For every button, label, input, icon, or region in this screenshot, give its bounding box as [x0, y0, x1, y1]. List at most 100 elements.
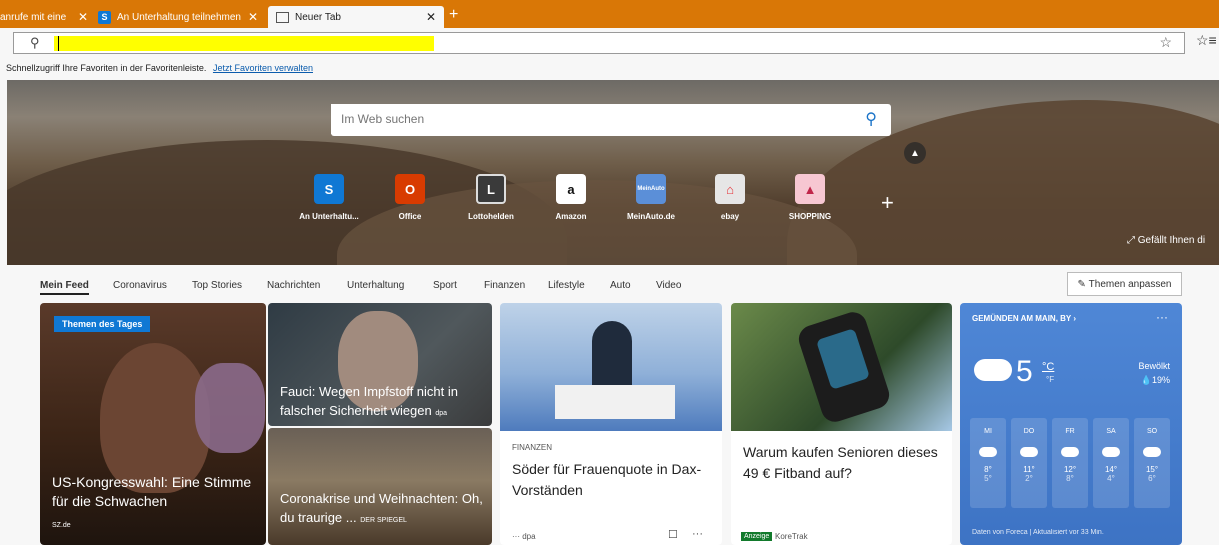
weather-card[interactable]: GEMÜNDEN AM MAIN, BY › ··· 5 °C °F Bewöl…: [960, 303, 1182, 545]
add-quicklink-button[interactable]: +: [881, 190, 894, 216]
current-temperature: 5: [1016, 355, 1033, 388]
tab-item-active[interactable]: Neuer Tab ✕: [268, 6, 444, 28]
tab-sport[interactable]: Sport: [433, 280, 457, 291]
card-image: [500, 303, 722, 431]
web-search-box: ⚲: [331, 104, 891, 136]
card-source: SZ.de: [52, 522, 71, 529]
ad-badge: Anzeige: [741, 532, 773, 541]
card-title: Söder für Frauenquote in Dax-Vorständen: [512, 461, 702, 498]
sun-cloud-icon: [1143, 447, 1161, 457]
close-icon[interactable]: ✕: [78, 10, 88, 24]
close-icon[interactable]: ✕: [426, 10, 436, 24]
forecast-day[interactable]: DO 11° 2°: [1011, 418, 1047, 508]
cloud-icon: [979, 447, 997, 457]
favorites-list-icon[interactable]: ☆≡: [1196, 32, 1217, 49]
quicklink-tile[interactable]: S An Unterhaltu...: [289, 174, 369, 221]
quicklink-tile[interactable]: L Lottohelden: [451, 174, 531, 221]
skype-icon: S: [98, 10, 111, 24]
day-high: 15°: [1145, 465, 1159, 474]
quicklink-label: ebay: [720, 212, 740, 221]
tab-item[interactable]: S An Unterhaltung teilnehmen ✕: [98, 6, 258, 28]
quicklink-label: Amazon: [555, 212, 587, 221]
news-card[interactable]: Coronakrise und Weihnachten: Oh, du trau…: [268, 428, 492, 545]
more-options-icon[interactable]: ···: [1156, 310, 1168, 324]
day-name: DO: [1023, 428, 1035, 435]
favorite-star-icon[interactable]: ☆: [1159, 34, 1172, 51]
day-name: MI: [984, 428, 992, 435]
url-input[interactable]: ⚲ ☆: [13, 32, 1185, 54]
card-title: US-Kongresswahl: Eine Stimme für die Sch…: [52, 474, 252, 509]
tab-top-stories[interactable]: Top Stories: [192, 280, 242, 291]
tab-lifestyle[interactable]: Lifestyle: [548, 280, 585, 291]
unit-celsius[interactable]: °C: [1042, 361, 1054, 373]
skype-icon: S: [314, 174, 344, 204]
sun-cloud-icon: [1020, 447, 1038, 457]
card-source: KoreTrak: [775, 532, 808, 541]
tab-coronavirus[interactable]: Coronavirus: [113, 280, 167, 291]
search-icon: ⚲: [30, 35, 40, 50]
customize-topics-button[interactable]: ✎ Themen anpassen: [1067, 272, 1182, 296]
photo-person: [100, 343, 210, 493]
day-low: 4°: [1107, 474, 1115, 483]
quicklink-tile[interactable]: ⌂ ebay: [690, 174, 770, 221]
tab-item[interactable]: anrufe mit eine ✕: [0, 6, 88, 28]
tab-nachrichten[interactable]: Nachrichten: [267, 280, 320, 291]
ad-card[interactable]: Warum kaufen Senioren dieses 49 € Fitban…: [731, 303, 952, 545]
card-category: FINANZEN: [512, 443, 552, 452]
expand-icon: ⤢: [1127, 235, 1135, 246]
hero-background: ⚲ ▲ S An Unterhaltu... O Office L Lottoh…: [7, 80, 1219, 265]
tab-auto[interactable]: Auto: [610, 280, 631, 291]
more-options-icon[interactable]: ···: [692, 528, 703, 540]
close-icon[interactable]: ✕: [248, 10, 258, 24]
lottohelden-icon: L: [476, 174, 506, 204]
favorites-bar: Schnellzugriff Ihre Favoriten in der Fav…: [0, 58, 1219, 78]
day-low: 8°: [1066, 474, 1074, 483]
background-feedback[interactable]: ⤢ Gefällt Ihnen di: [1127, 235, 1205, 246]
day-high: 8°: [984, 465, 992, 474]
new-tab-button[interactable]: +: [449, 7, 458, 23]
photo-person: [195, 363, 265, 453]
news-card[interactable]: FINANZEN Söder für Frauenquote in Dax-Vo…: [500, 303, 722, 545]
tab-finanzen[interactable]: Finanzen: [484, 280, 525, 291]
forecast-day[interactable]: FR 12° 8°: [1052, 418, 1088, 508]
feedback-label: Gefällt Ihnen di: [1137, 235, 1206, 246]
quicklink-tile[interactable]: MeinAuto MeinAuto.de: [611, 174, 691, 221]
photo-desk: [555, 385, 675, 419]
quicklink-label: SHOPPING: [788, 212, 832, 221]
page-icon: [276, 11, 289, 23]
tab-label: Neuer Tab: [295, 11, 341, 23]
day-name: FR: [1065, 428, 1075, 435]
forecast-day[interactable]: SA 14° 4°: [1093, 418, 1129, 508]
bookmark-icon[interactable]: ☐: [668, 528, 678, 541]
unit-fahrenheit[interactable]: °F: [1046, 375, 1054, 384]
shopping-bag-icon: ▲: [795, 174, 825, 204]
forecast-day[interactable]: SO 15° 6°: [1134, 418, 1170, 508]
day-high: 12°: [1063, 465, 1077, 474]
search-icon[interactable]: ⚲: [865, 109, 877, 129]
quicklink-label: MeinAuto.de: [627, 212, 675, 221]
quicklink-label: An Unterhaltu...: [299, 212, 359, 221]
day-high: 11°: [1023, 465, 1035, 474]
day-name: SA: [1106, 428, 1116, 435]
quicklink-tile[interactable]: ▲ SHOPPING: [770, 174, 850, 221]
tab-unterhaltung[interactable]: Unterhaltung: [347, 280, 404, 291]
day-high: 14°: [1104, 465, 1118, 474]
news-card[interactable]: Fauci: Wegen Impfstoff nicht in falscher…: [268, 303, 492, 426]
day-low: 5°: [984, 474, 992, 483]
address-bar: ⚲ ☆ ☆≡: [0, 28, 1219, 58]
day-low: 6°: [1148, 474, 1156, 483]
forecast-day[interactable]: MI 8° 5°: [970, 418, 1006, 508]
tab-mein-feed[interactable]: Mein Feed: [40, 280, 89, 295]
cloud-icon: [974, 359, 1012, 381]
quicklink-tile[interactable]: a Amazon: [531, 174, 611, 221]
tab-video[interactable]: Video: [656, 280, 681, 291]
customize-label: Themen anpassen: [1088, 278, 1172, 290]
manage-favorites-link[interactable]: Jetzt Favoriten verwalten: [213, 63, 313, 73]
tab-bar: anrufe mit eine ✕ S An Unterhaltung teil…: [0, 0, 1219, 28]
chevron-up-icon[interactable]: ▲: [904, 142, 926, 164]
amazon-icon: a: [556, 174, 586, 204]
news-card[interactable]: Themen des Tages US-Kongresswahl: Eine S…: [40, 303, 266, 545]
quicklink-tile[interactable]: O Office: [370, 174, 450, 221]
web-search-input[interactable]: [331, 104, 831, 134]
weather-location[interactable]: GEMÜNDEN AM MAIN, BY ›: [972, 314, 1076, 323]
